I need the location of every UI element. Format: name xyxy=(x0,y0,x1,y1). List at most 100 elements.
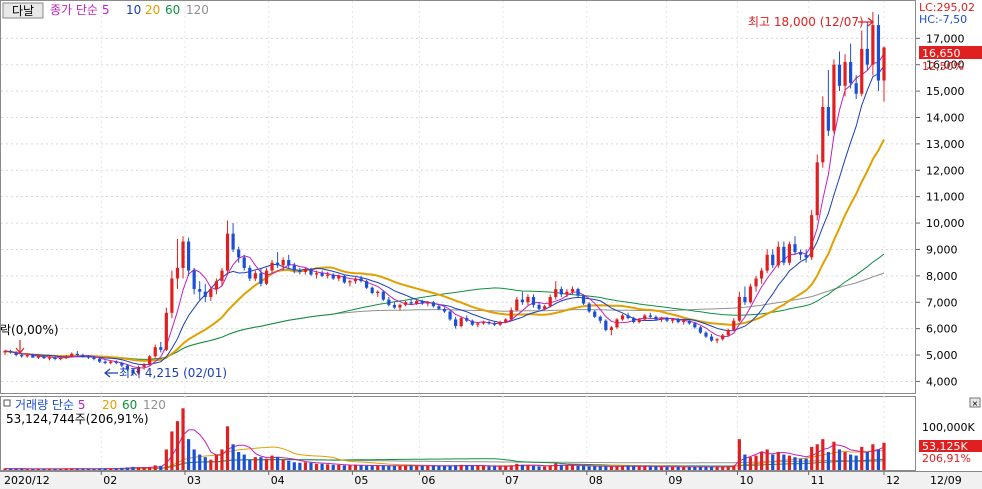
candle-body xyxy=(732,320,736,330)
volume-bar xyxy=(86,468,91,470)
volume-bar xyxy=(548,465,552,470)
volume-bar xyxy=(8,468,13,470)
candle-body xyxy=(431,302,435,307)
volume-bar xyxy=(47,468,52,470)
candle-body xyxy=(581,295,586,304)
price-change-pct: 12,50% xyxy=(922,60,964,73)
ma10-label: 10 xyxy=(126,3,141,17)
volume-bar xyxy=(465,465,469,470)
volume-bar xyxy=(682,466,686,470)
candle-body xyxy=(92,357,96,360)
candle-body xyxy=(520,299,524,303)
chart-window: 17,000 16,000 15,000 14,000 13,000 12,000 11,0… xyxy=(0,0,982,489)
volume-bar xyxy=(426,465,430,470)
volume-bar xyxy=(743,454,747,470)
candle-body xyxy=(53,357,57,360)
period-label: 다날 xyxy=(12,4,34,18)
volume-bar xyxy=(843,452,847,470)
volume-toggle-icon[interactable] xyxy=(3,399,11,407)
candle-body xyxy=(643,315,647,320)
y-tick-label: 12,000 xyxy=(926,164,965,177)
candle-body xyxy=(348,281,352,283)
candle-body xyxy=(170,278,174,313)
volume-bar xyxy=(259,457,263,470)
volume-bar xyxy=(865,452,869,470)
ma-label: 종가 단순 5 xyxy=(50,3,109,17)
volume-bar xyxy=(431,465,435,470)
volume-bar xyxy=(70,468,74,470)
candle-body xyxy=(659,318,664,320)
volume-bar xyxy=(787,455,792,470)
volume-bar xyxy=(693,466,697,470)
volume-bar xyxy=(59,468,63,470)
candle-body xyxy=(854,83,858,94)
candle-body xyxy=(509,310,513,320)
candle-body xyxy=(609,327,613,330)
candle-body xyxy=(548,296,552,307)
candle-body xyxy=(64,356,68,358)
volume-bar xyxy=(159,465,163,470)
x-tick-label: 03 xyxy=(187,474,201,487)
volume-bar xyxy=(376,465,380,470)
y-tick-label: 8,000 xyxy=(926,270,958,283)
ma60-label: 60 xyxy=(165,3,180,17)
candle-body xyxy=(420,300,424,304)
x-tick-label: 08 xyxy=(589,474,603,487)
candle-body xyxy=(181,241,185,268)
candle-body xyxy=(359,278,363,282)
volume-bar xyxy=(437,465,441,470)
volume-bar xyxy=(876,449,881,470)
volume-bar xyxy=(670,466,675,470)
volume-bar xyxy=(821,439,825,470)
volume-bar xyxy=(109,468,113,470)
candle-body xyxy=(470,320,474,325)
candle-body xyxy=(620,315,625,320)
low-annotation: 최저 4,215 (02/01) xyxy=(119,366,227,380)
candle-body xyxy=(276,262,280,266)
volume-bar xyxy=(53,468,57,470)
volume-bar xyxy=(20,468,24,470)
volume-bar xyxy=(598,466,602,470)
candle-body xyxy=(454,319,458,327)
volume-bar xyxy=(331,464,335,470)
candle-body xyxy=(314,273,319,275)
volume-bar xyxy=(837,449,842,470)
candle-body xyxy=(353,278,358,282)
volume-bar xyxy=(687,466,691,470)
x-tick-label: 06 xyxy=(421,474,435,487)
candle-body xyxy=(403,302,408,305)
candle-body xyxy=(682,320,686,323)
volume-bar xyxy=(231,444,235,470)
x-tick-label: 05 xyxy=(354,474,368,487)
volume-bar xyxy=(42,468,46,470)
candle-body xyxy=(787,244,792,263)
volume-bar xyxy=(298,462,302,470)
volume-bar xyxy=(665,466,669,470)
candle-body xyxy=(632,318,636,323)
volume-value: 53,124,744주(206,91%) xyxy=(6,412,149,426)
stock-chart: 17,00016,00015,00014,00013,00012,00011,0… xyxy=(0,0,982,489)
volume-bar xyxy=(509,465,513,470)
candle-body xyxy=(253,273,257,279)
volume-bar xyxy=(570,465,575,470)
y-tick-label: 10,000 xyxy=(926,217,965,230)
volume-bar xyxy=(92,468,96,470)
volume-bar xyxy=(220,449,224,470)
volume-bar xyxy=(365,465,369,470)
volume-bar xyxy=(75,468,79,470)
candle-body xyxy=(292,265,296,271)
volume-bar xyxy=(810,446,814,470)
candle-body xyxy=(604,320,608,330)
candle-body xyxy=(515,299,519,311)
volume-bar xyxy=(153,465,157,470)
candle-body xyxy=(743,296,747,303)
high-annotation: 최고 18,000 (12/07) xyxy=(748,15,864,29)
candle-body xyxy=(654,316,658,320)
candle-body xyxy=(148,356,152,365)
volume-bar xyxy=(498,466,502,470)
y-tick-label: 13,000 xyxy=(926,138,965,151)
volume-bar xyxy=(198,454,202,470)
volume-bar xyxy=(565,465,569,470)
volume-bar xyxy=(326,464,330,470)
candle-body xyxy=(164,312,168,350)
